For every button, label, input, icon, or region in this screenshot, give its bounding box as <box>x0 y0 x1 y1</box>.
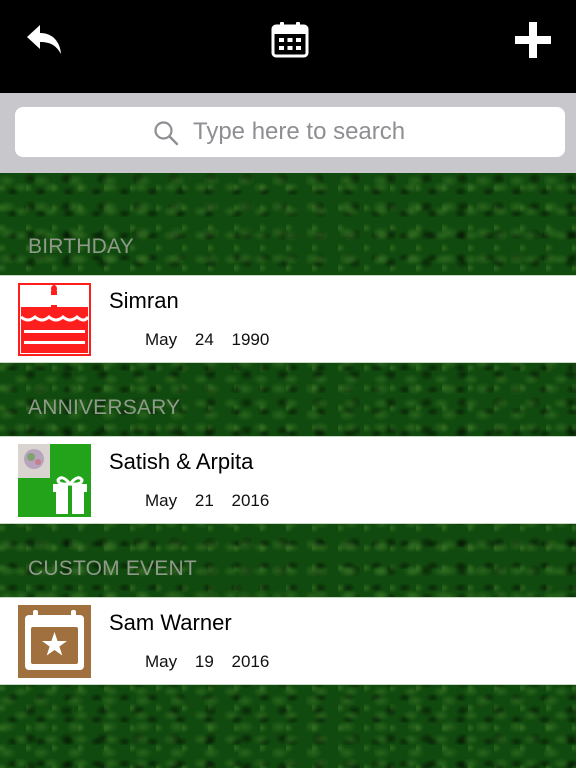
search-bar <box>0 93 576 173</box>
event-day: 24 <box>194 330 214 349</box>
section-header-custom-event: CUSTOM EVENT <box>28 557 197 580</box>
event-date: May 19 2016 <box>145 652 282 672</box>
event-name: Simran <box>109 288 179 313</box>
plus-icon <box>515 22 551 58</box>
event-year: 2016 <box>231 652 270 671</box>
event-month: May <box>145 491 178 510</box>
back-button[interactable] <box>22 18 66 62</box>
event-month: May <box>145 330 178 349</box>
event-row[interactable]: Sam Warner May 19 2016 <box>0 597 576 685</box>
search-field[interactable] <box>15 107 565 157</box>
event-row[interactable]: Simran May 24 1990 <box>0 275 576 363</box>
event-year: 1990 <box>231 330 270 349</box>
section-header-anniversary: ANNIVERSARY <box>28 396 181 419</box>
calendar-icon <box>271 22 309 58</box>
event-date: May 24 1990 <box>145 330 282 350</box>
event-year: 2016 <box>231 491 270 510</box>
top-toolbar <box>0 0 576 93</box>
event-name: Satish & Arpita <box>109 449 254 474</box>
calendar-star-icon <box>18 605 91 678</box>
calendar-button[interactable] <box>268 18 312 62</box>
event-day: 19 <box>194 652 214 671</box>
add-event-button[interactable] <box>511 18 555 62</box>
birthday-cake-icon <box>18 283 91 356</box>
search-icon <box>154 121 179 146</box>
event-day: 21 <box>194 491 214 510</box>
event-row[interactable]: Satish & Arpita May 21 2016 <box>0 436 576 524</box>
back-arrow-icon <box>27 25 61 54</box>
event-month: May <box>145 652 178 671</box>
search-input[interactable] <box>193 115 533 149</box>
section-header-birthday: BIRTHDAY <box>28 235 134 258</box>
event-date: May 21 2016 <box>145 491 282 511</box>
event-name: Sam Warner <box>109 610 232 635</box>
gift-icon <box>18 444 91 517</box>
event-list: BIRTHDAY Simran May 24 1990 ANNIVERSARY <box>0 173 576 768</box>
